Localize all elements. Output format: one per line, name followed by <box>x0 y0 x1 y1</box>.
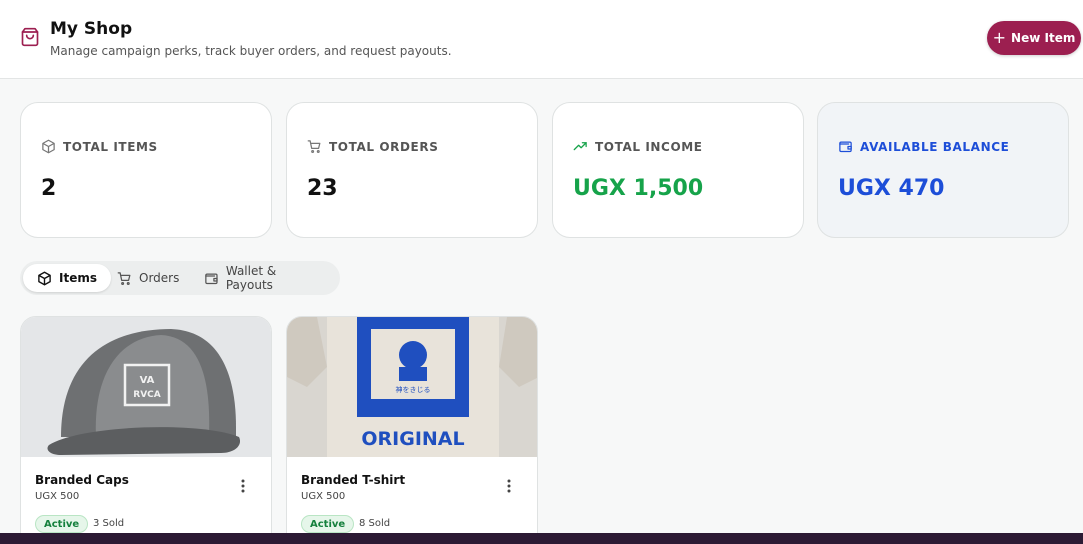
item-name: Branded T-shirt <box>301 473 406 487</box>
new-item-button[interactable]: + New Item <box>987 21 1081 55</box>
tab-label: Items <box>59 271 97 285</box>
tab-orders[interactable]: Orders <box>103 264 193 292</box>
page-header: My Shop Manage campaign perks, track buy… <box>0 0 1083 79</box>
status-badge: Active <box>35 515 89 533</box>
stat-label: TOTAL ORDERS <box>329 139 439 154</box>
tab-label: Orders <box>139 271 180 285</box>
shopping-bag-icon <box>21 27 39 47</box>
stat-value: UGX 1,500 <box>573 176 704 201</box>
item-price: UGX 500 <box>301 491 346 502</box>
stat-card-total-income: TOTAL INCOME UGX 1,500 <box>552 102 804 238</box>
tab-items[interactable]: Items <box>23 264 111 292</box>
svg-text:ORIGINAL: ORIGINAL <box>361 428 464 450</box>
stat-value: UGX 470 <box>838 176 945 201</box>
status-badge: Active <box>301 515 355 533</box>
stat-value: 2 <box>41 176 57 201</box>
tshirt-image: 神をきじる ORIGINAL <box>287 317 537 457</box>
new-item-label: New Item <box>1011 31 1076 45</box>
cart-icon <box>117 271 131 285</box>
item-price: UGX 500 <box>35 491 80 502</box>
svg-text:神をきじる: 神をきじる <box>396 385 431 394</box>
trending-up-icon <box>573 142 587 151</box>
more-options-icon[interactable] <box>501 477 517 495</box>
plus-icon: + <box>992 28 1007 47</box>
stat-label: AVAILABLE BALANCE <box>860 139 1010 154</box>
sold-count: 3 Sold <box>93 518 125 529</box>
stat-card-available-balance: AVAILABLE BALANCE UGX 470 <box>817 102 1069 238</box>
item-name: Branded Caps <box>35 473 129 487</box>
stat-value: 23 <box>307 176 338 201</box>
more-options-icon[interactable] <box>235 477 251 495</box>
page-subtitle: Manage campaign perks, track buyer order… <box>50 44 452 58</box>
os-taskbar <box>0 533 1083 544</box>
page-title: My Shop <box>50 19 133 39</box>
svg-text:RVCA: RVCA <box>133 390 161 400</box>
item-card-branded-caps[interactable]: VA RVCA Branded Caps UGX 500 Active 3 So… <box>20 316 272 544</box>
tab-bar: Items Orders Wallet & Payouts <box>20 261 340 295</box>
tab-wallet-payouts[interactable]: Wallet & Payouts <box>190 264 340 292</box>
tab-label: Wallet & Payouts <box>225 264 277 292</box>
stat-label: TOTAL INCOME <box>595 139 703 154</box>
sold-count: 8 Sold <box>359 518 391 529</box>
stat-card-total-items: TOTAL ITEMS 2 <box>20 102 272 238</box>
wallet-icon <box>839 141 852 153</box>
wallet-icon <box>205 273 218 284</box>
svg-text:VA: VA <box>140 375 155 386</box>
box-icon <box>42 139 55 154</box>
stat-card-total-orders: TOTAL ORDERS 23 <box>286 102 538 238</box>
box-icon <box>38 271 51 285</box>
cart-icon <box>307 140 321 154</box>
stat-label: TOTAL ITEMS <box>63 139 158 154</box>
cap-image: VA RVCA <box>21 317 271 457</box>
item-card-branded-tshirt[interactable]: 神をきじる ORIGINAL Branded T-shirt UGX 500 A… <box>286 316 538 544</box>
